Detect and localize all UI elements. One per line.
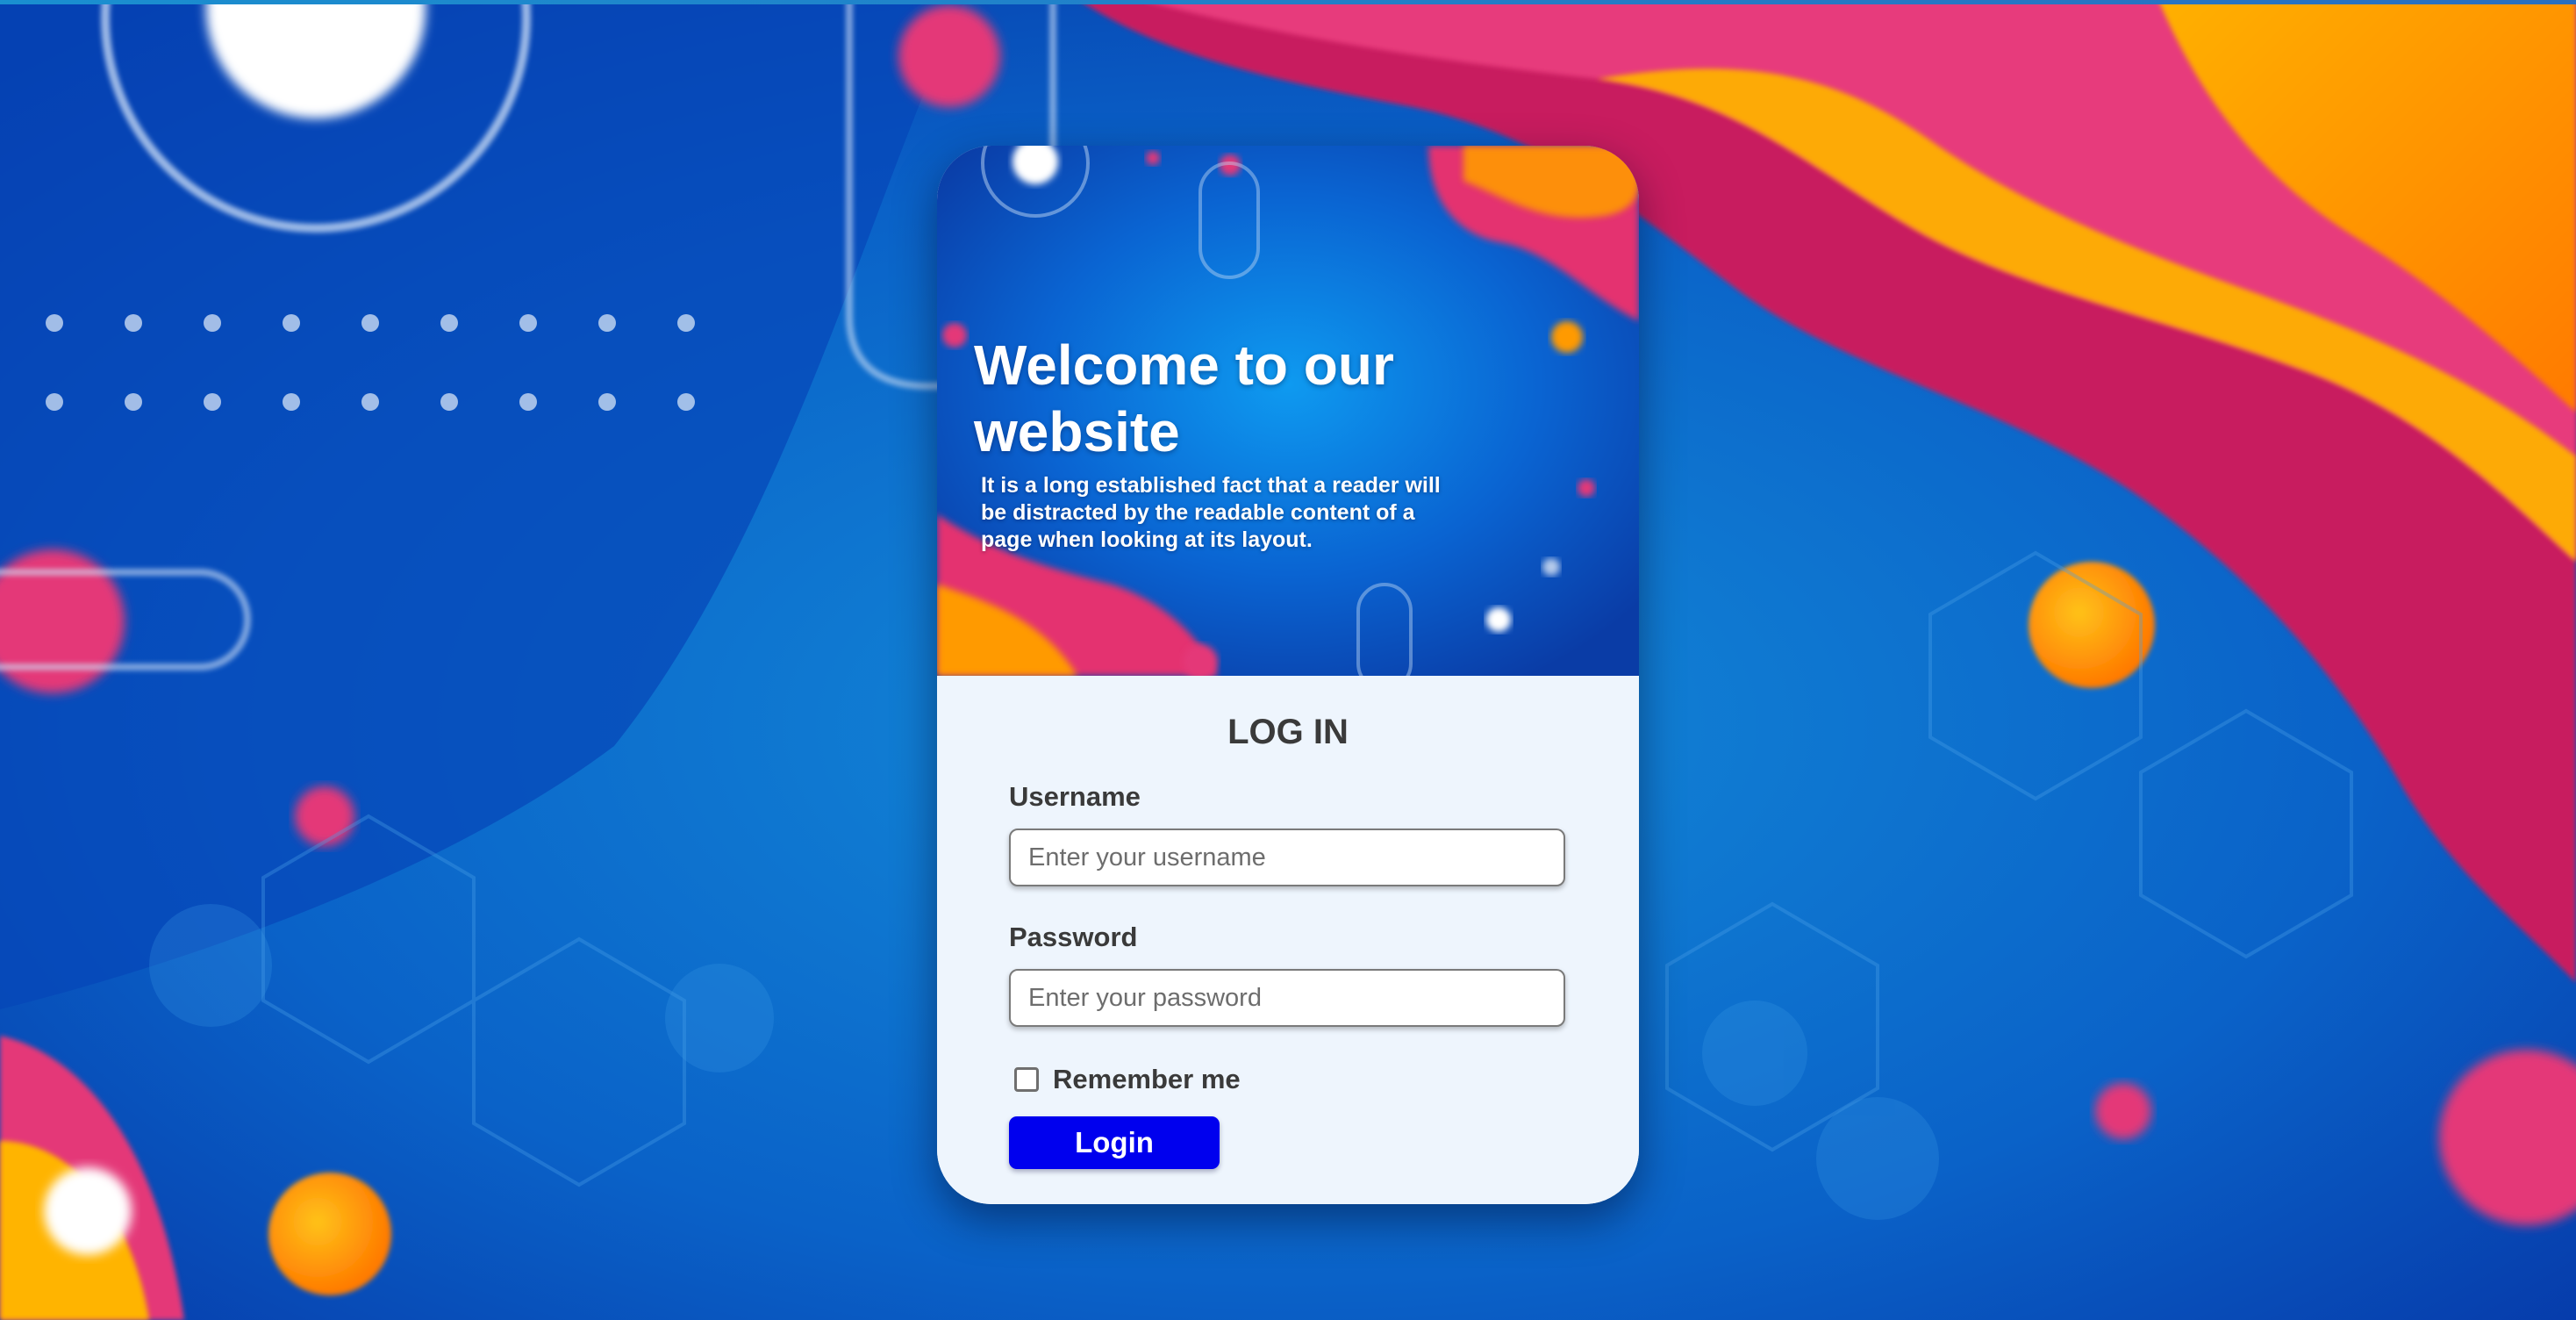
top-edge-line [0,0,2576,4]
login-button[interactable]: Login [1009,1116,1220,1169]
hero-description: It is a long established fact that a rea… [981,473,1441,552]
password-label: Password [1009,922,1138,952]
password-input[interactable] [1009,969,1565,1027]
hero-banner: Welcome to our website It is a long esta… [937,146,1639,676]
login-card: Welcome to our website It is a long esta… [937,146,1639,1204]
hero-title: Welcome to our website [974,334,1394,463]
login-form: LOG IN Username Password Remember me Log… [937,676,1639,1204]
remember-me-label[interactable]: Remember me [1053,1064,1241,1095]
username-input[interactable] [1009,829,1565,886]
username-label: Username [1009,781,1141,812]
login-title: LOG IN [1227,713,1349,751]
remember-me-checkbox[interactable] [1014,1067,1039,1092]
